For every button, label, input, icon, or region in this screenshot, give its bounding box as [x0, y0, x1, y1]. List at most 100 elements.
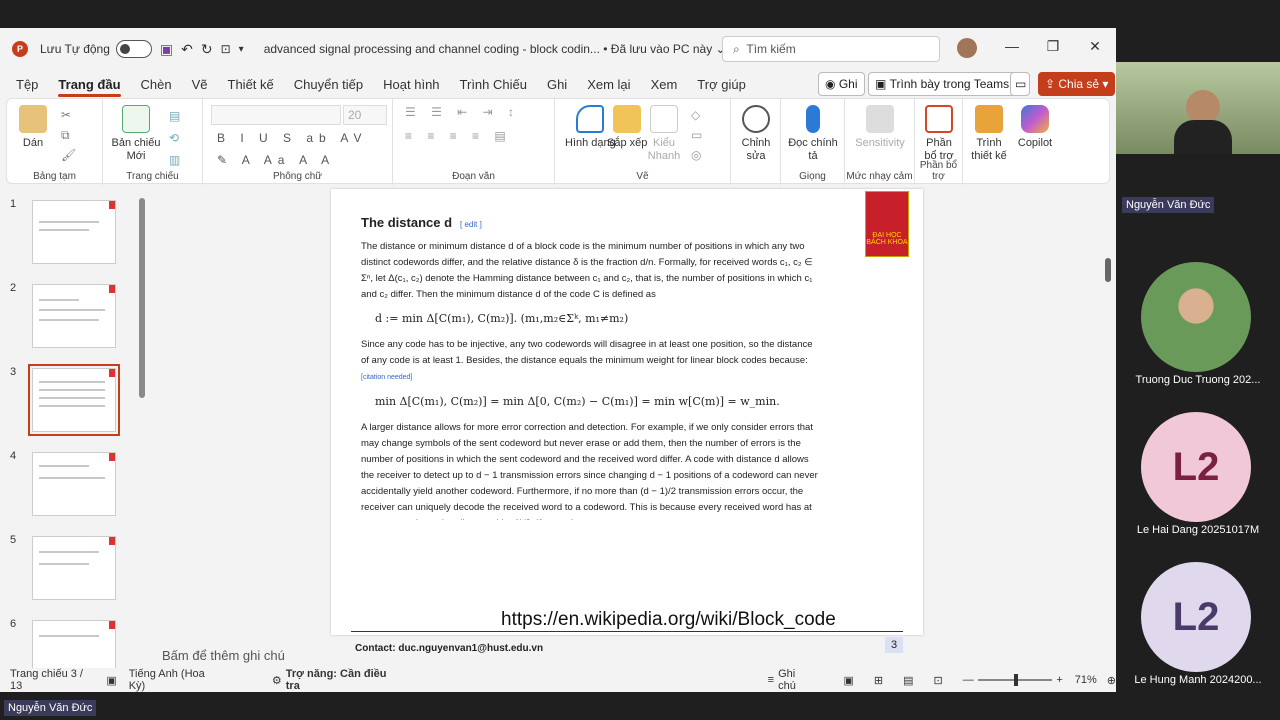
copilot-label: Copilot	[1017, 137, 1053, 149]
drawing-small-icons[interactable]: ◇ ▭ ◎	[691, 105, 702, 165]
formula-min-weight: min Δ[C(m₁), C(m₂)] = min Δ[0, C(m₂) − C…	[375, 395, 780, 408]
document-title[interactable]: advanced signal processing and channel c…	[264, 42, 600, 56]
close-button[interactable]: ✕	[1080, 38, 1110, 55]
accessibility-status[interactable]: Trợ năng: Cần điều tra	[286, 668, 396, 692]
account-avatar[interactable]	[952, 38, 982, 58]
citation-needed-link[interactable]: [citation needed]	[361, 374, 412, 381]
edit-link[interactable]: [ edit ]	[460, 220, 482, 229]
present-icon[interactable]: ⊡	[221, 42, 231, 56]
notes-button[interactable]: Ghi chú	[778, 668, 813, 692]
minimize-button[interactable]: —	[997, 38, 1027, 54]
save-icon[interactable]: ▣	[160, 41, 173, 58]
slides-small-icons[interactable]: ▤ ⟲ ▥	[169, 105, 180, 171]
zoom-out-icon[interactable]: —	[963, 674, 974, 686]
undo-icon[interactable]: ↶	[181, 41, 193, 58]
thumbnail-scrollbar[interactable]	[139, 198, 145, 398]
align-buttons[interactable]: ≡ ≡ ≡ ≡ ▤	[405, 129, 512, 143]
presenter-video	[1116, 62, 1280, 154]
slideshow-view-icon[interactable]: ⊡	[933, 674, 942, 687]
sensitivity-icon	[866, 105, 894, 133]
language-status[interactable]: Tiếng Anh (Hoa Kỳ)	[129, 668, 218, 692]
tab-review[interactable]: Xem lại	[587, 77, 630, 92]
font-format-buttons[interactable]: B I U S ab AV	[217, 131, 367, 145]
tab-transitions[interactable]: Chuyển tiếp	[294, 77, 363, 92]
group-addins: Phần bổ trợ Phần bổ trợ	[915, 99, 963, 185]
record-label: Ghi	[838, 77, 858, 91]
copilot-button[interactable]: Copilot	[1015, 105, 1055, 150]
group-font: 20 B I U S ab AV ✎ A Aa A A Phông chữ	[203, 99, 393, 185]
sensitivity-button[interactable]: Sensitivity	[851, 105, 909, 150]
sensitivity-label: Sensitivity	[855, 137, 905, 149]
slide-thumbnail-6[interactable]	[32, 620, 116, 670]
paste-label: Dán	[22, 137, 44, 149]
powerpoint-logo-icon: P	[12, 41, 28, 57]
tab-file[interactable]: Tệp	[16, 77, 38, 92]
present-in-teams-button[interactable]: ▣ Trình bày trong Teams	[868, 72, 1017, 96]
maximize-button[interactable]: ❐	[1038, 38, 1068, 55]
reading-view-icon[interactable]: ▤	[903, 674, 913, 687]
autosave-label: Lưu Tự động	[40, 42, 110, 56]
dictate-button[interactable]: Đọc chính tả	[787, 105, 839, 163]
tab-home[interactable]: Trang đầu	[58, 77, 121, 97]
editing-button[interactable]: Chỉnh sửa	[739, 105, 773, 163]
editing-label: Chỉnh sửa	[741, 137, 771, 162]
tab-record[interactable]: Ghi	[547, 77, 567, 92]
notes-placeholder[interactable]: Bấm để thêm ghi chú	[152, 642, 1112, 668]
slide-thumbnail-5[interactable]	[32, 536, 116, 600]
slide-body: The distance d [ edit ] The distance or m…	[361, 215, 821, 528]
paste-button[interactable]: Dán	[19, 105, 47, 150]
tab-insert[interactable]: Chèn	[141, 77, 172, 92]
thumb-number: 5	[10, 534, 17, 546]
arrange-button[interactable]: Sắp xếp	[607, 105, 647, 150]
meeting-participants-panel: Nguyễn Văn Đức Truong Duc Truong 202... …	[1116, 0, 1280, 720]
designer-icon	[975, 105, 1003, 133]
search-input[interactable]: Tìm kiếm	[746, 42, 795, 56]
font-size-field[interactable]: 20	[343, 105, 387, 125]
spellcheck-icon[interactable]: ▣	[106, 674, 116, 687]
zoom-in-icon[interactable]: +	[1056, 674, 1062, 686]
zoom-level[interactable]: 71%	[1075, 674, 1097, 686]
tab-slideshow[interactable]: Trình Chiếu	[460, 77, 527, 92]
customize-dropdown-icon[interactable]: ▾	[239, 44, 244, 55]
clipboard-icon	[19, 105, 47, 133]
group-voice: Đọc chính tả Giọng	[781, 99, 845, 185]
slide-thumbnail-2[interactable]	[32, 284, 116, 348]
participant-name: Le Hung Manh 2024200...	[1134, 674, 1262, 686]
group-editing: Chỉnh sửa	[731, 99, 781, 185]
fit-slide-icon[interactable]: ⊕	[1107, 674, 1116, 687]
addins-button[interactable]: Phần bổ trợ	[921, 105, 957, 163]
slide-title-text: The distance d	[361, 215, 453, 230]
font-color-buttons[interactable]: ✎ A Aa A A	[217, 153, 335, 167]
thumb-number: 2	[10, 282, 17, 294]
share-icon: ⇪	[1045, 77, 1059, 91]
slide-thumbnail-4[interactable]	[32, 452, 116, 516]
font-name-field[interactable]	[211, 105, 341, 125]
tab-design[interactable]: Thiết kế	[228, 77, 274, 92]
designer-button[interactable]: Trình thiết kế	[969, 105, 1009, 163]
sorter-view-icon[interactable]: ⊞	[874, 674, 883, 687]
search-box[interactable]: ⌕ Tìm kiếm	[722, 36, 940, 62]
slide-canvas[interactable]: ĐẠI HỌC BÁCH KHOA The distance d [ edit ]…	[331, 189, 923, 654]
zoom-slider[interactable]	[977, 674, 1053, 686]
slide-thumbnail-3[interactable]	[28, 364, 120, 436]
comments-button[interactable]: ▭	[1010, 72, 1030, 96]
tab-draw[interactable]: Vẽ	[192, 77, 208, 92]
slide-thumbnail-1[interactable]	[32, 200, 116, 264]
autosave-toggle[interactable]	[115, 40, 152, 58]
slide-scrollbar[interactable]	[1104, 218, 1112, 648]
save-status[interactable]: • Đã lưu vào PC này	[603, 42, 712, 56]
quick-styles-icon	[650, 105, 678, 133]
clipboard-small-icons[interactable]: ✂ ⧉ 🖌	[61, 105, 76, 165]
share-button[interactable]: ⇪ Chia sẻ ▾	[1038, 72, 1116, 96]
list-buttons[interactable]: ☰ ☰ ⇤ ⇥ ↕	[405, 105, 520, 119]
quick-styles-button[interactable]: Kiểu Nhanh	[647, 105, 681, 163]
tab-help[interactable]: Trợ giúp	[697, 77, 746, 92]
tab-animations[interactable]: Hoạt hình	[383, 77, 439, 92]
normal-view-icon[interactable]: ▣	[843, 674, 853, 687]
tab-view[interactable]: Xem	[651, 77, 678, 92]
new-slide-button[interactable]: Bản chiếu Mới	[111, 105, 161, 163]
redo-icon[interactable]: ↻	[201, 41, 213, 58]
avatar	[1141, 262, 1251, 372]
paragraph-definition: The distance or minimum distance d of a …	[361, 241, 813, 300]
record-button[interactable]: ◉ Ghi	[818, 72, 865, 96]
